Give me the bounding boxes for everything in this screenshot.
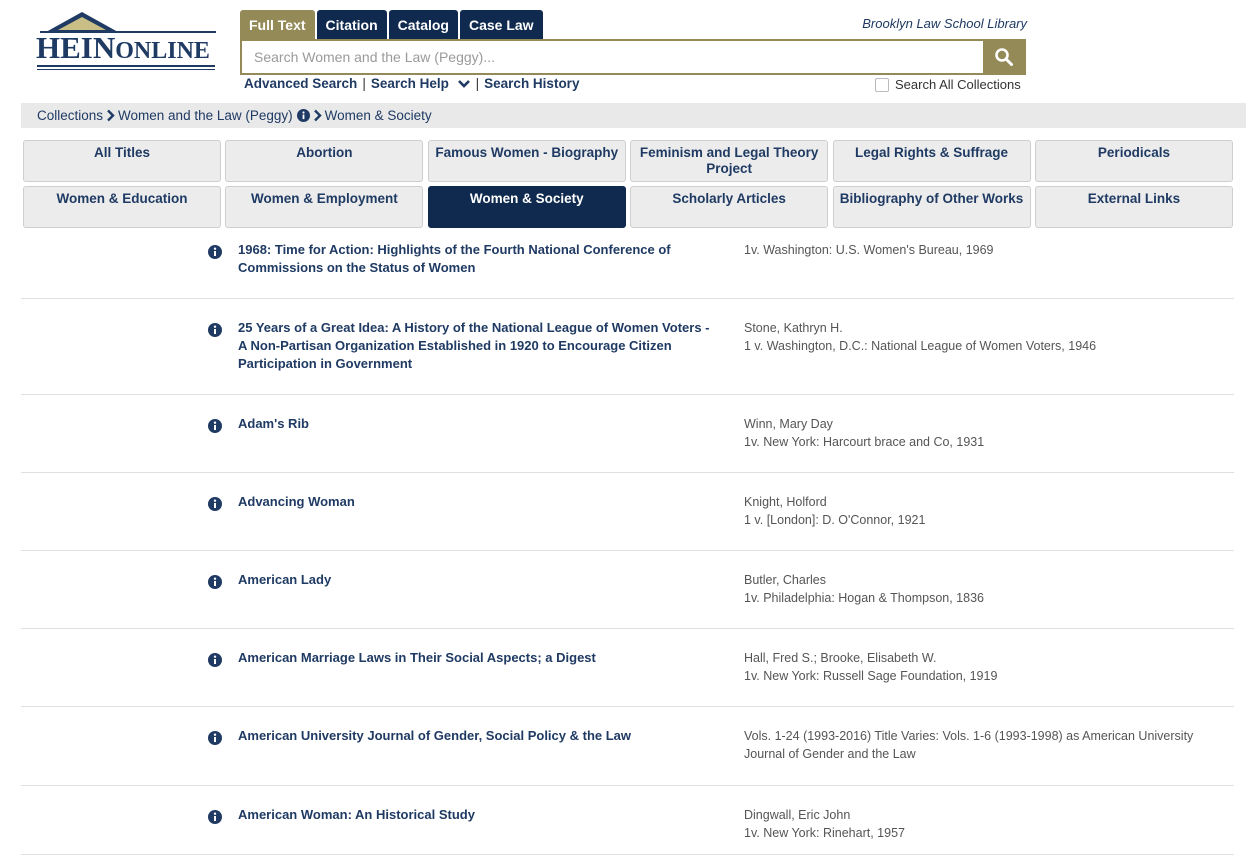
logo-wordmark: HEINONLINE [36,30,210,65]
info-icon[interactable] [296,109,310,122]
category-grid: All Titles Abortion Famous Women - Biogr… [23,140,1233,228]
tab-full-text[interactable]: Full Text [240,10,315,39]
title-publication: 1v. Washington: U.S. Women's Bureau, 196… [744,243,994,257]
title-link[interactable]: American Lady [238,571,718,589]
title-publication: 1 v. [London]: D. O'Connor, 1921 [744,513,926,527]
category-abortion[interactable]: Abortion [225,140,424,182]
title-author: Knight, Holford [744,495,827,509]
category-scholarly-articles[interactable]: Scholarly Articles [630,186,829,228]
title-meta: Butler, Charles 1v. Philadelphia: Hogan … [744,571,1224,607]
category-women-employment[interactable]: Women & Employment [225,186,424,228]
title-meta: Hall, Fred S.; Brooke, Elisabeth W. 1v. … [744,649,1224,685]
link-separator: | [362,76,366,91]
title-link[interactable]: Advancing Woman [238,493,718,511]
link-separator: | [475,76,480,91]
title-meta: 1v. Washington: U.S. Women's Bureau, 196… [744,241,1224,259]
breadcrumb-current[interactable]: Women & Society [325,108,432,123]
title-author: Stone, Kathryn H. [744,321,843,335]
title-link[interactable]: Adam's Rib [238,415,718,433]
logo-rule-thin [37,69,215,70]
tab-citation[interactable]: Citation [316,10,387,39]
breadcrumb: Collections Women and the Law (Peggy) Wo… [21,103,1246,128]
list-item: 25 Years of a Great Idea: A History of t… [21,299,1234,395]
category-women-society[interactable]: Women & Society [427,186,626,228]
info-icon[interactable] [208,497,222,516]
heinonline-logo[interactable]: HEINONLINE [36,10,220,74]
title-author: Winn, Mary Day [744,417,833,431]
title-link[interactable]: American Woman: An Historical Study [238,806,718,824]
title-link[interactable]: American University Journal of Gender, S… [238,727,718,745]
list-item: Advancing Woman Knight, Holford 1 v. [Lo… [21,473,1234,551]
title-author: Dingwall, Eric John [744,808,851,822]
list-item: American Woman: An Historical Study Ding… [21,786,1234,855]
chevron-right-icon [106,109,115,122]
tab-catalog[interactable]: Catalog [388,10,458,39]
category-all-titles[interactable]: All Titles [23,140,221,182]
search-bar [240,39,1026,75]
chevron-down-icon [457,80,470,89]
title-link[interactable]: American Marriage Laws in Their Social A… [238,649,718,667]
category-external-links[interactable]: External Links [1034,186,1233,228]
search-type-tabs: Full Text Citation Catalog Case Law [240,10,543,39]
chevron-right-icon [313,109,322,122]
title-publication: 1v. Philadelphia: Hogan & Thompson, 1836 [744,591,984,605]
title-author: Hall, Fred S.; Brooke, Elisabeth W. [744,651,937,665]
category-bibliography[interactable]: Bibliography of Other Works [832,186,1031,228]
info-icon[interactable] [208,653,222,672]
title-list: 1968: Time for Action: Highlights of the… [21,232,1234,855]
title-meta: Winn, Mary Day 1v. New York: Harcourt br… [744,415,1224,451]
category-legal-rights-suffrage[interactable]: Legal Rights & Suffrage [832,140,1031,182]
list-item: American University Journal of Gender, S… [21,707,1234,786]
search-button[interactable] [983,41,1024,73]
title-publication: 1v. New York: Harcourt brace and Co, 193… [744,435,985,449]
info-icon[interactable] [208,575,222,594]
search-history-link[interactable]: Search History [484,76,579,91]
list-item: 1968: Time for Action: Highlights of the… [21,232,1234,299]
title-author: Butler, Charles [744,573,826,587]
breadcrumb-women-and-the-law[interactable]: Women and the Law (Peggy) [118,108,293,123]
title-meta: Stone, Kathryn H. 1 v. Washington, D.C.:… [744,319,1224,355]
search-input[interactable] [242,41,983,73]
search-help-link[interactable]: Search Help [371,76,471,91]
search-links: Advanced Search | Search Help | Search H… [244,76,579,91]
tab-case-law[interactable]: Case Law [459,10,543,39]
search-icon [994,48,1013,66]
list-item: Adam's Rib Winn, Mary Day 1v. New York: … [21,395,1234,473]
title-publication: 1v. New York: Rinehart, 1957 [744,826,905,840]
search-all-collections[interactable]: Search All Collections [875,77,1021,92]
title-link[interactable]: 1968: Time for Action: Highlights of the… [238,241,718,277]
library-name: Brooklyn Law School Library [862,16,1027,31]
logo-rule [37,65,215,67]
title-holdings: Vols. 1-24 (1993-2016) Title Varies: Vol… [744,729,1194,761]
title-link[interactable]: 25 Years of a Great Idea: A History of t… [238,319,718,373]
advanced-search-link[interactable]: Advanced Search [244,76,357,91]
list-item: American Marriage Laws in Their Social A… [21,629,1234,707]
info-icon[interactable] [208,810,222,829]
category-women-education[interactable]: Women & Education [23,186,221,228]
info-icon[interactable] [208,731,222,750]
search-all-label: Search All Collections [895,77,1021,92]
category-famous-women[interactable]: Famous Women - Biography [427,140,626,182]
title-meta: Knight, Holford 1 v. [London]: D. O'Conn… [744,493,1224,529]
breadcrumb-collections[interactable]: Collections [37,108,103,123]
title-publication: 1v. New York: Russell Sage Foundation, 1… [744,669,998,683]
info-icon[interactable] [208,245,222,264]
title-publication: 1 v. Washington, D.C.: National League o… [744,339,1097,353]
title-meta: Vols. 1-24 (1993-2016) Title Varies: Vol… [744,727,1224,763]
list-item: American Lady Butler, Charles 1v. Philad… [21,551,1234,629]
category-periodicals[interactable]: Periodicals [1034,140,1233,182]
info-icon[interactable] [208,323,222,342]
category-feminism-legal-theory[interactable]: Feminism and Legal Theory Project [630,140,829,182]
search-all-checkbox[interactable] [875,77,889,92]
info-icon[interactable] [208,419,222,438]
title-meta: Dingwall, Eric John 1v. New York: Rineha… [744,806,1224,842]
